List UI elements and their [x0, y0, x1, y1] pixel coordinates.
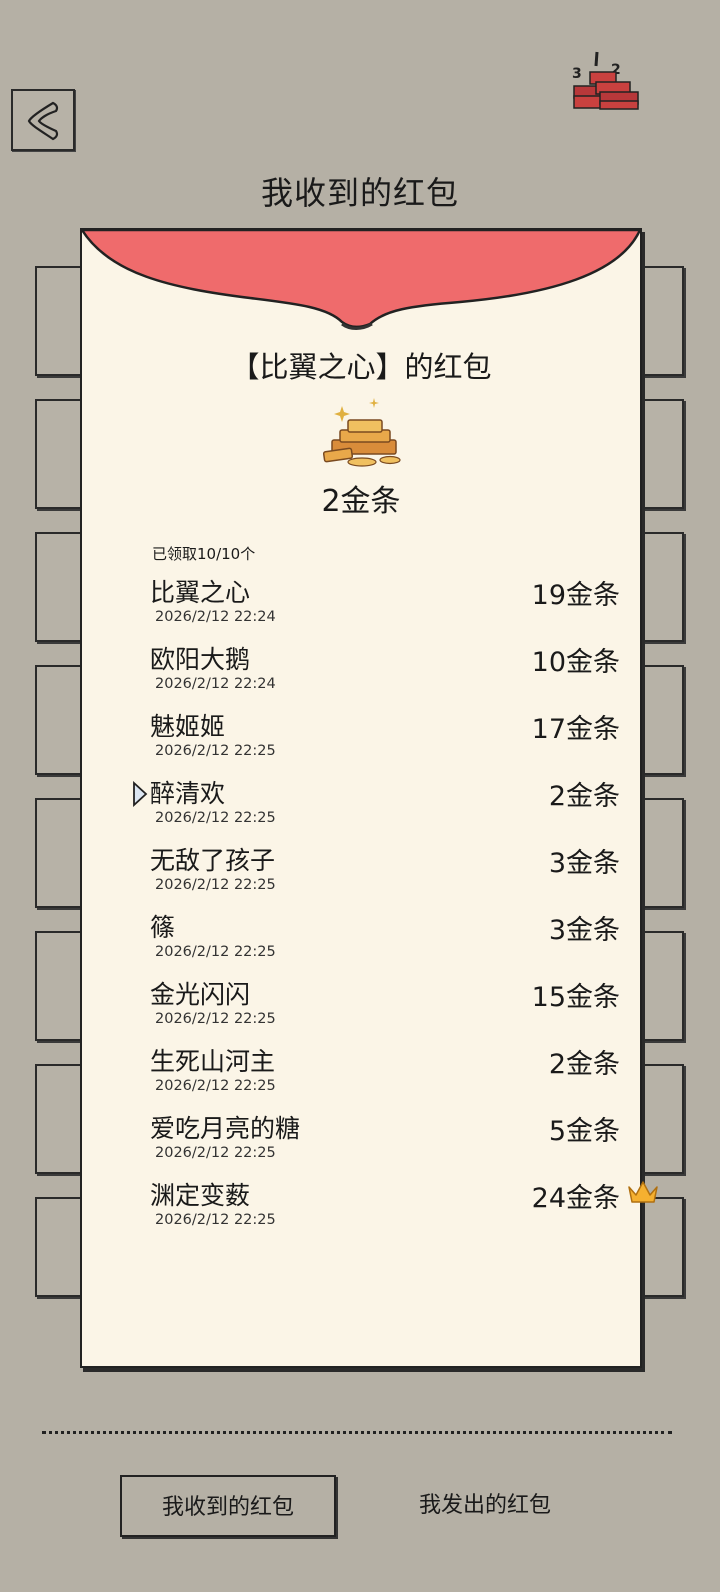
crown-icon [628, 1181, 658, 1203]
list-item: 比翼之心 2026/2/12 22:24 19金条 [150, 573, 620, 639]
background-card [636, 266, 684, 376]
list-item: 醉清欢 2026/2/12 22:25 2金条 [150, 774, 620, 840]
claimed-count: 已领取10/10个 [152, 545, 256, 563]
claim-amount: 17金条 [531, 714, 620, 745]
background-card [636, 931, 684, 1041]
sender-title: 【比翼之心】的红包 [230, 350, 492, 384]
envelope-flap [80, 228, 642, 330]
recipient-name: 欧阳大鹅 [150, 645, 251, 674]
background-card [35, 1064, 83, 1174]
list-item: 篠 2026/2/12 22:25 3金条 [150, 908, 620, 974]
list-item: 渊定变薮 2026/2/12 22:25 24金条 [150, 1176, 620, 1242]
background-card [636, 1064, 684, 1174]
svg-text:3: 3 [572, 66, 582, 82]
background-card [636, 1197, 684, 1297]
claim-time: 2026/2/12 22:25 [155, 1011, 276, 1027]
claim-time: 2026/2/12 22:24 [155, 676, 276, 692]
claim-time: 2026/2/12 22:25 [155, 944, 276, 960]
claim-amount: 2金条 [548, 781, 620, 812]
total-amount: 2金条 [321, 484, 401, 519]
background-card [35, 665, 83, 775]
recipient-name: 比翼之心 [150, 578, 251, 607]
claim-time: 2026/2/12 22:25 [155, 877, 276, 893]
claim-time: 2026/2/12 22:25 [155, 810, 276, 826]
claim-amount: 5金条 [548, 1116, 620, 1147]
tab-sent[interactable]: 我发出的红包 [410, 1475, 560, 1537]
claim-time: 2026/2/12 22:24 [155, 609, 276, 625]
claim-time: 2026/2/12 22:25 [155, 1078, 276, 1094]
background-card [636, 665, 684, 775]
list-item: 欧阳大鹅 2026/2/12 22:24 10金条 [150, 640, 620, 706]
background-card [35, 1197, 83, 1297]
back-arrow-icon [27, 101, 59, 141]
background-card [636, 798, 684, 908]
background-card [35, 266, 83, 376]
claim-time: 2026/2/12 22:25 [155, 1212, 276, 1228]
list-item: 爱吃月亮的糖 2026/2/12 22:25 5金条 [150, 1109, 620, 1175]
claim-amount: 3金条 [548, 848, 620, 879]
page-title: 我收到的红包 [260, 174, 459, 212]
claim-amount: 3金条 [548, 915, 620, 946]
background-card [35, 931, 83, 1041]
claim-amount: 19金条 [531, 580, 620, 611]
list-item: 魅姬姬 2026/2/12 22:25 17金条 [150, 707, 620, 773]
list-item: 生死山河主 2026/2/12 22:25 2金条 [150, 1042, 620, 1108]
claim-time: 2026/2/12 22:25 [155, 743, 276, 759]
recipient-name: 无敌了孩子 [150, 846, 276, 875]
background-card [636, 399, 684, 509]
claim-amount: 24金条 [531, 1183, 620, 1214]
pointer-arrow-icon [133, 781, 148, 807]
recipient-name: 魅姬姬 [150, 712, 226, 741]
cash-stack-icon[interactable]: 3 2 [570, 46, 648, 114]
background-card [35, 399, 83, 509]
background-card [35, 798, 83, 908]
recipient-name: 生死山河主 [150, 1047, 276, 1076]
recipient-name: 金光闪闪 [150, 980, 251, 1009]
recipient-name: 渊定变薮 [150, 1181, 251, 1210]
gold-bars-icon [322, 398, 401, 467]
divider [42, 1431, 672, 1434]
back-button[interactable] [11, 89, 75, 151]
background-card [35, 532, 83, 642]
recipient-name: 篠 [150, 913, 176, 942]
claim-amount: 15金条 [531, 982, 620, 1013]
recipient-name: 爱吃月亮的糖 [150, 1114, 301, 1143]
claim-amount: 2金条 [548, 1049, 620, 1080]
tab-received[interactable]: 我收到的红包 [120, 1475, 336, 1537]
list-item: 无敌了孩子 2026/2/12 22:25 3金条 [150, 841, 620, 907]
red-envelope-detail: 【比翼之心】的红包 2金条 已领取10/10个 比翼之心 2026/2/12 2… [80, 228, 658, 1368]
claim-time: 2026/2/12 22:25 [155, 1145, 276, 1161]
claim-amount: 10金条 [531, 647, 620, 678]
background-card [636, 532, 684, 642]
list-item: 金光闪闪 2026/2/12 22:25 15金条 [150, 975, 620, 1041]
recipient-name: 醉清欢 [150, 779, 226, 808]
